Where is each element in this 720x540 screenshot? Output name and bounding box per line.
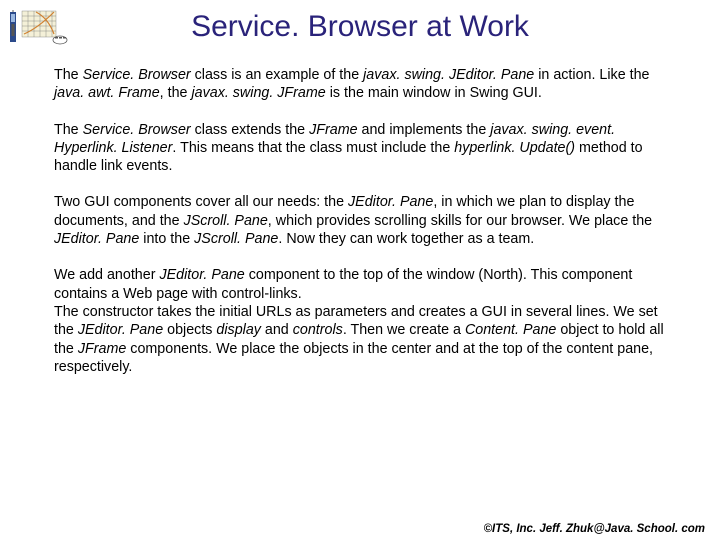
italic-text: JEditor. Pane [348,194,433,210]
paragraph-1: The Service. Browser class is an example… [54,66,666,103]
paragraph-4: We add another JEditor. Pane component t… [54,266,666,376]
italic-text: JEditor. Pane [54,231,139,247]
text: Two GUI components cover all our needs: … [54,194,348,210]
italic-text: hyperlink. Update() [454,140,575,156]
text: in action. Like the [534,67,649,83]
text: class extends the [191,122,309,138]
italic-text: JFrame [309,122,357,138]
italic-text: Service. Browser [83,122,191,138]
paragraph-2: The Service. Browser class extends the J… [54,121,666,176]
text: . Now they can work together as a team. [278,231,534,247]
italic-text: JScroll. Pane [184,213,268,229]
text: , the [160,85,192,101]
text: . This means that the class must include… [172,140,454,156]
text: We add another [54,267,159,283]
italic-text: java. awt. Frame [54,85,160,101]
italic-text: javax. swing. JEditor. Pane [363,67,534,83]
copyright-footer: ©ITS, Inc. Jeff. Zhuk@Java. School. com [484,523,705,535]
paragraph-3: Two GUI components cover all our needs: … [54,193,666,248]
slide-title: Service. Browser at Work [0,0,720,44]
text: and implements the [358,122,491,138]
slide-logo [8,8,68,46]
text: , which provides scrolling skills for ou… [268,213,652,229]
italic-text: JScroll. Pane [194,231,278,247]
text: class is an example of the [191,67,363,83]
italic-text: controls [293,322,343,338]
text: objects [163,322,216,338]
text: The [54,67,83,83]
slide-body: The Service. Browser class is an example… [0,66,720,376]
italic-text: JEditor. Pane [78,322,163,338]
italic-text: JFrame [78,341,126,357]
italic-text: javax. swing. JFrame [191,85,325,101]
text: The [54,122,83,138]
italic-text: Content. Pane [465,322,556,338]
text: . Then we create a [343,322,465,338]
text: and [261,322,293,338]
text: into the [139,231,194,247]
text: components. We place the objects in the … [54,341,653,375]
italic-text: display [216,322,261,338]
text: is the main window in Swing GUI. [326,85,542,101]
italic-text: Service. Browser [83,67,191,83]
italic-text: JEditor. Pane [159,267,244,283]
